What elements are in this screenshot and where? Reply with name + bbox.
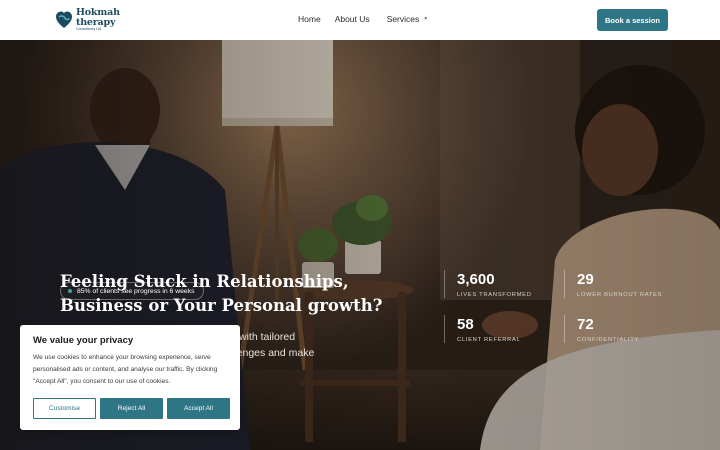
reject-all-button[interactable]: Reject All xyxy=(100,398,163,419)
main-nav: Home About Us Services ▼ xyxy=(298,14,428,24)
nav-services[interactable]: Services ▼ xyxy=(387,14,429,24)
stat-client-referral: 58 CLIENT REFERRAL xyxy=(444,315,554,343)
stat-label: CONFIDENTIALITY xyxy=(577,337,640,343)
logo-wordmark-2: therapy xyxy=(76,16,116,28)
hero-headline: Feeling Stuck in Relationships, Business… xyxy=(60,272,383,315)
chevron-down-icon: ▼ xyxy=(423,16,429,22)
stat-value: 3,600 xyxy=(457,271,495,288)
stat-confidentiality: 72 CONFIDENTIALITY xyxy=(564,315,674,343)
accept-all-button[interactable]: Accept All xyxy=(167,398,230,419)
logo-heart-icon xyxy=(56,11,72,28)
cookie-consent-dialog: We value your privacy We use cookies to … xyxy=(20,325,240,430)
stat-label: LIVES TRANSFORMED xyxy=(457,292,532,298)
stat-value: 29 xyxy=(577,271,594,288)
nav-services-label: Services xyxy=(386,14,420,24)
logo[interactable]: Hokmah therapy Consultancy Ltd xyxy=(55,8,120,32)
nav-home[interactable]: Home xyxy=(298,14,321,24)
site-header: Hokmah therapy Consultancy Ltd Home Abou… xyxy=(0,0,720,40)
stat-label: CLIENT REFERRAL xyxy=(457,337,521,343)
stat-value: 58 xyxy=(457,316,474,333)
stat-label: LOWER BURNOUT RATES xyxy=(577,292,663,298)
cookie-actions: Customise Reject All Accept All xyxy=(33,398,230,419)
book-session-button[interactable]: Book a session xyxy=(597,9,668,31)
stat-lower-burnout: 29 LOWER BURNOUT RATES xyxy=(564,270,674,298)
customise-button[interactable]: Customise xyxy=(33,398,96,419)
nav-about-us[interactable]: About Us xyxy=(335,14,370,24)
stat-lives-transformed: 3,600 LIVES TRANSFORMED xyxy=(444,270,554,298)
stat-value: 72 xyxy=(577,316,594,333)
cookie-text: We use cookies to enhance your browsing … xyxy=(33,354,218,385)
cookie-title: We value your privacy xyxy=(33,335,134,346)
logo-tagline: Consultancy Ltd xyxy=(76,27,102,31)
